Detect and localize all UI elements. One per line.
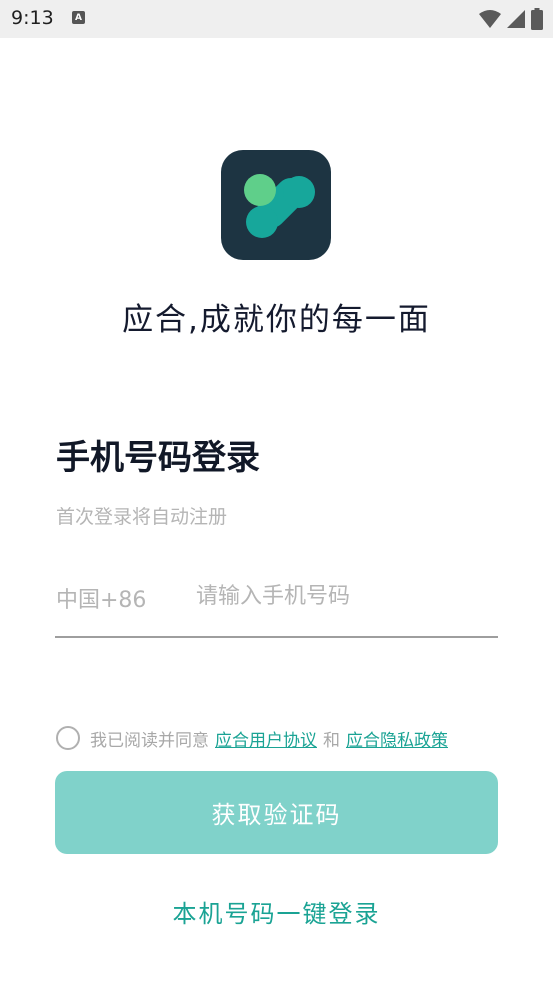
app-logo [221,150,331,260]
user-agreement-link[interactable]: 应合用户协议 [215,726,317,751]
agreement-prefix: 我已阅读并同意 [90,730,209,751]
status-time: 9:13 [11,7,54,29]
agreement-checkbox[interactable] [56,726,80,750]
agreement-row: 我已阅读并同意 应合用户协议 和 应合隐私政策 [56,724,448,752]
wifi-icon [479,10,501,28]
get-code-button[interactable]: 获取验证码 [55,771,498,854]
country-code-selector[interactable]: 中国+86 [56,582,146,614]
system-icons [479,8,543,30]
login-subtitle: 首次登录将自动注册 [56,506,228,528]
notification-icon: A [72,11,85,24]
phone-input-underline [55,636,498,638]
signal-icon [507,10,525,28]
app-slogan: 应合,成就你的每一面 [122,302,431,338]
privacy-policy-link[interactable]: 应合隐私政策 [346,726,448,751]
status-bar: 9:13 A [0,0,553,38]
agreement-connector: 和 [323,730,340,751]
battery-icon [531,8,543,30]
one-click-login-button[interactable]: 本机号码一键登录 [0,894,553,929]
app-logo-icon [244,174,315,238]
login-title: 手机号码登录 [56,438,260,478]
phone-number-input[interactable] [196,576,496,616]
